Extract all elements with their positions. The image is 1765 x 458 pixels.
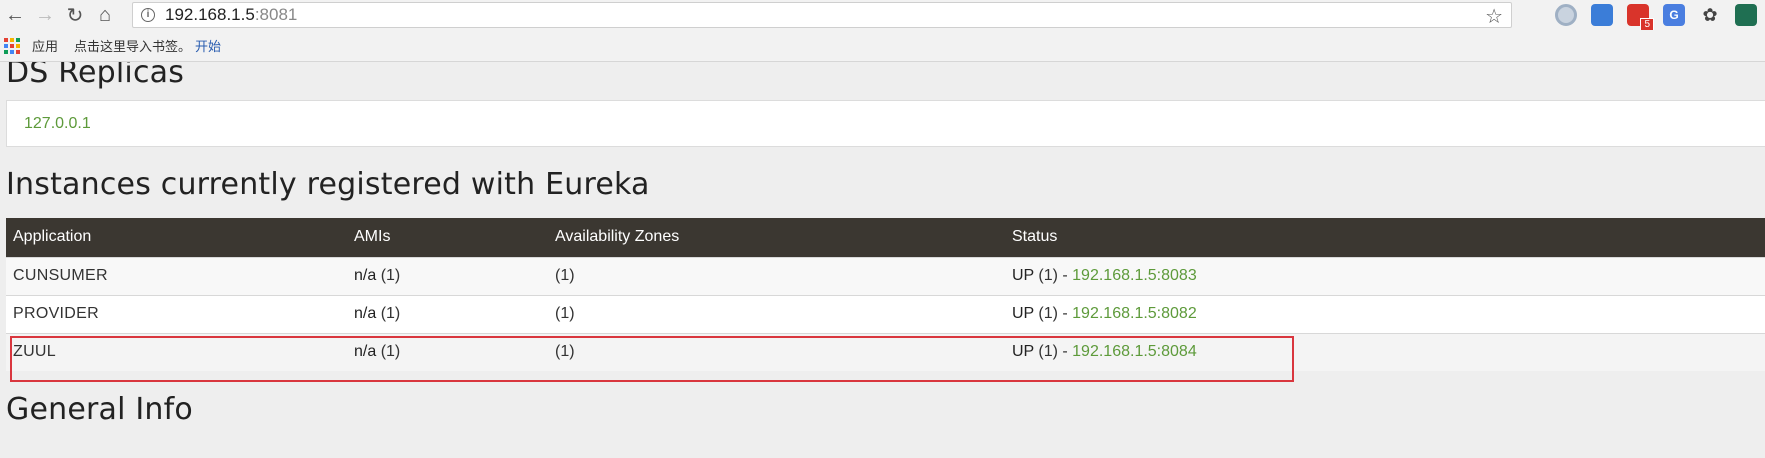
table-row: PROVIDER n/a (1) (1) UP (1) - 192.168.1.… xyxy=(6,294,1765,333)
status-count: (1) - xyxy=(1033,305,1073,322)
ami-count: (1) xyxy=(376,305,401,322)
arrow-left-icon: ← xyxy=(5,3,25,26)
extension-green-icon[interactable] xyxy=(1735,4,1757,26)
status-value: UP xyxy=(1012,343,1034,361)
ami-value: n/a xyxy=(354,305,377,322)
extension-calendar-icon[interactable] xyxy=(1591,4,1613,26)
instance-link[interactable]: 192.168.1.5:8082 xyxy=(1072,305,1197,322)
ami-count: (1) xyxy=(376,343,401,361)
reload-button[interactable]: ↻ xyxy=(60,0,90,30)
application-name: ZUUL xyxy=(6,332,347,371)
instance-link[interactable]: 192.168.1.5:8084 xyxy=(1072,343,1197,360)
star-icon[interactable]: ☆ xyxy=(1485,4,1503,29)
instances-heading: Instances currently registered with Eure… xyxy=(6,167,650,202)
table-header-row: Application AMIs Availability Zones Stat… xyxy=(6,218,1765,257)
status-cell: UP (1) - 192.168.1.5:8082 xyxy=(1005,294,1765,333)
bookmark-apps[interactable]: 应用 xyxy=(32,36,58,55)
extension-mail-icon[interactable]: 5 xyxy=(1627,4,1654,31)
general-info-heading: General Info xyxy=(6,392,193,427)
bookmark-import-hint: 点击这里导入书签。 xyxy=(74,39,192,54)
status-value: UP xyxy=(1012,267,1034,284)
replicas-heading: DS Replicas xyxy=(6,62,185,90)
instances-table: Application AMIs Availability Zones Stat… xyxy=(6,218,1765,371)
extension-circle-icon[interactable] xyxy=(1555,4,1577,26)
amis-cell: n/a (1) xyxy=(347,294,548,333)
replica-link[interactable]: 127.0.0.1 xyxy=(24,115,91,133)
header-application: Application xyxy=(6,218,347,257)
address-host: 192.168.1.5 xyxy=(165,5,255,24)
ami-value: n/a xyxy=(354,267,377,284)
page-content: DS Replicas 127.0.0.1 Instances currentl… xyxy=(0,62,1765,458)
amis-cell: n/a (1) xyxy=(347,256,548,295)
forward-button[interactable]: → xyxy=(30,0,60,30)
arrow-right-icon: → xyxy=(35,3,55,26)
apps-grid-icon[interactable] xyxy=(4,37,20,54)
zones-cell: (1) xyxy=(548,294,1005,333)
header-status: Status xyxy=(1005,218,1765,257)
zones-cell: (1) xyxy=(548,332,1005,371)
status-value: UP xyxy=(1012,305,1034,322)
instance-link[interactable]: 192.168.1.5:8083 xyxy=(1072,267,1197,284)
reload-icon: ↻ xyxy=(66,4,84,27)
browser-toolbar: ← → ↻ ⌂ i 192.168.1.5:8081 ☆ 5 G ✿ xyxy=(0,0,1765,31)
extensions-area: 5 G ✿ xyxy=(1555,3,1757,31)
address-bar[interactable]: i 192.168.1.5:8081 ☆ xyxy=(132,2,1512,28)
application-name: CUNSUMER xyxy=(6,256,347,295)
ami-value: n/a xyxy=(354,343,377,361)
bookmarks-bar: 应用 点击这里导入书签。 开始 xyxy=(0,30,1765,62)
table-row: ZUUL n/a (1) (1) UP (1) - 192.168.1.5:80… xyxy=(6,332,1765,371)
status-cell: UP (1) - 192.168.1.5:8084 xyxy=(1005,332,1765,371)
status-cell: UP (1) - 192.168.1.5:8083 xyxy=(1005,256,1765,295)
address-port: :8081 xyxy=(254,5,298,24)
header-amis: AMIs xyxy=(347,218,548,257)
replicas-box: 127.0.0.1 xyxy=(6,100,1765,147)
amis-cell: n/a (1) xyxy=(347,332,548,371)
status-count: (1) - xyxy=(1033,267,1073,284)
info-icon[interactable]: i xyxy=(141,8,155,22)
extension-translate-icon[interactable]: G xyxy=(1663,4,1685,26)
home-button[interactable]: ⌂ xyxy=(90,0,120,30)
application-name: PROVIDER xyxy=(6,294,347,333)
extension-evernote-icon[interactable]: ✿ xyxy=(1699,4,1721,26)
zones-cell: (1) xyxy=(548,256,1005,295)
header-availability-zones: Availability Zones xyxy=(548,218,1005,257)
back-button[interactable]: ← xyxy=(0,0,30,30)
table-row: CUNSUMER n/a (1) (1) UP (1) - 192.168.1.… xyxy=(6,256,1765,295)
home-icon: ⌂ xyxy=(98,3,112,26)
bookmark-start-link[interactable]: 开始 xyxy=(195,36,221,55)
status-count: (1) - xyxy=(1033,343,1073,361)
ami-count: (1) xyxy=(376,267,401,284)
